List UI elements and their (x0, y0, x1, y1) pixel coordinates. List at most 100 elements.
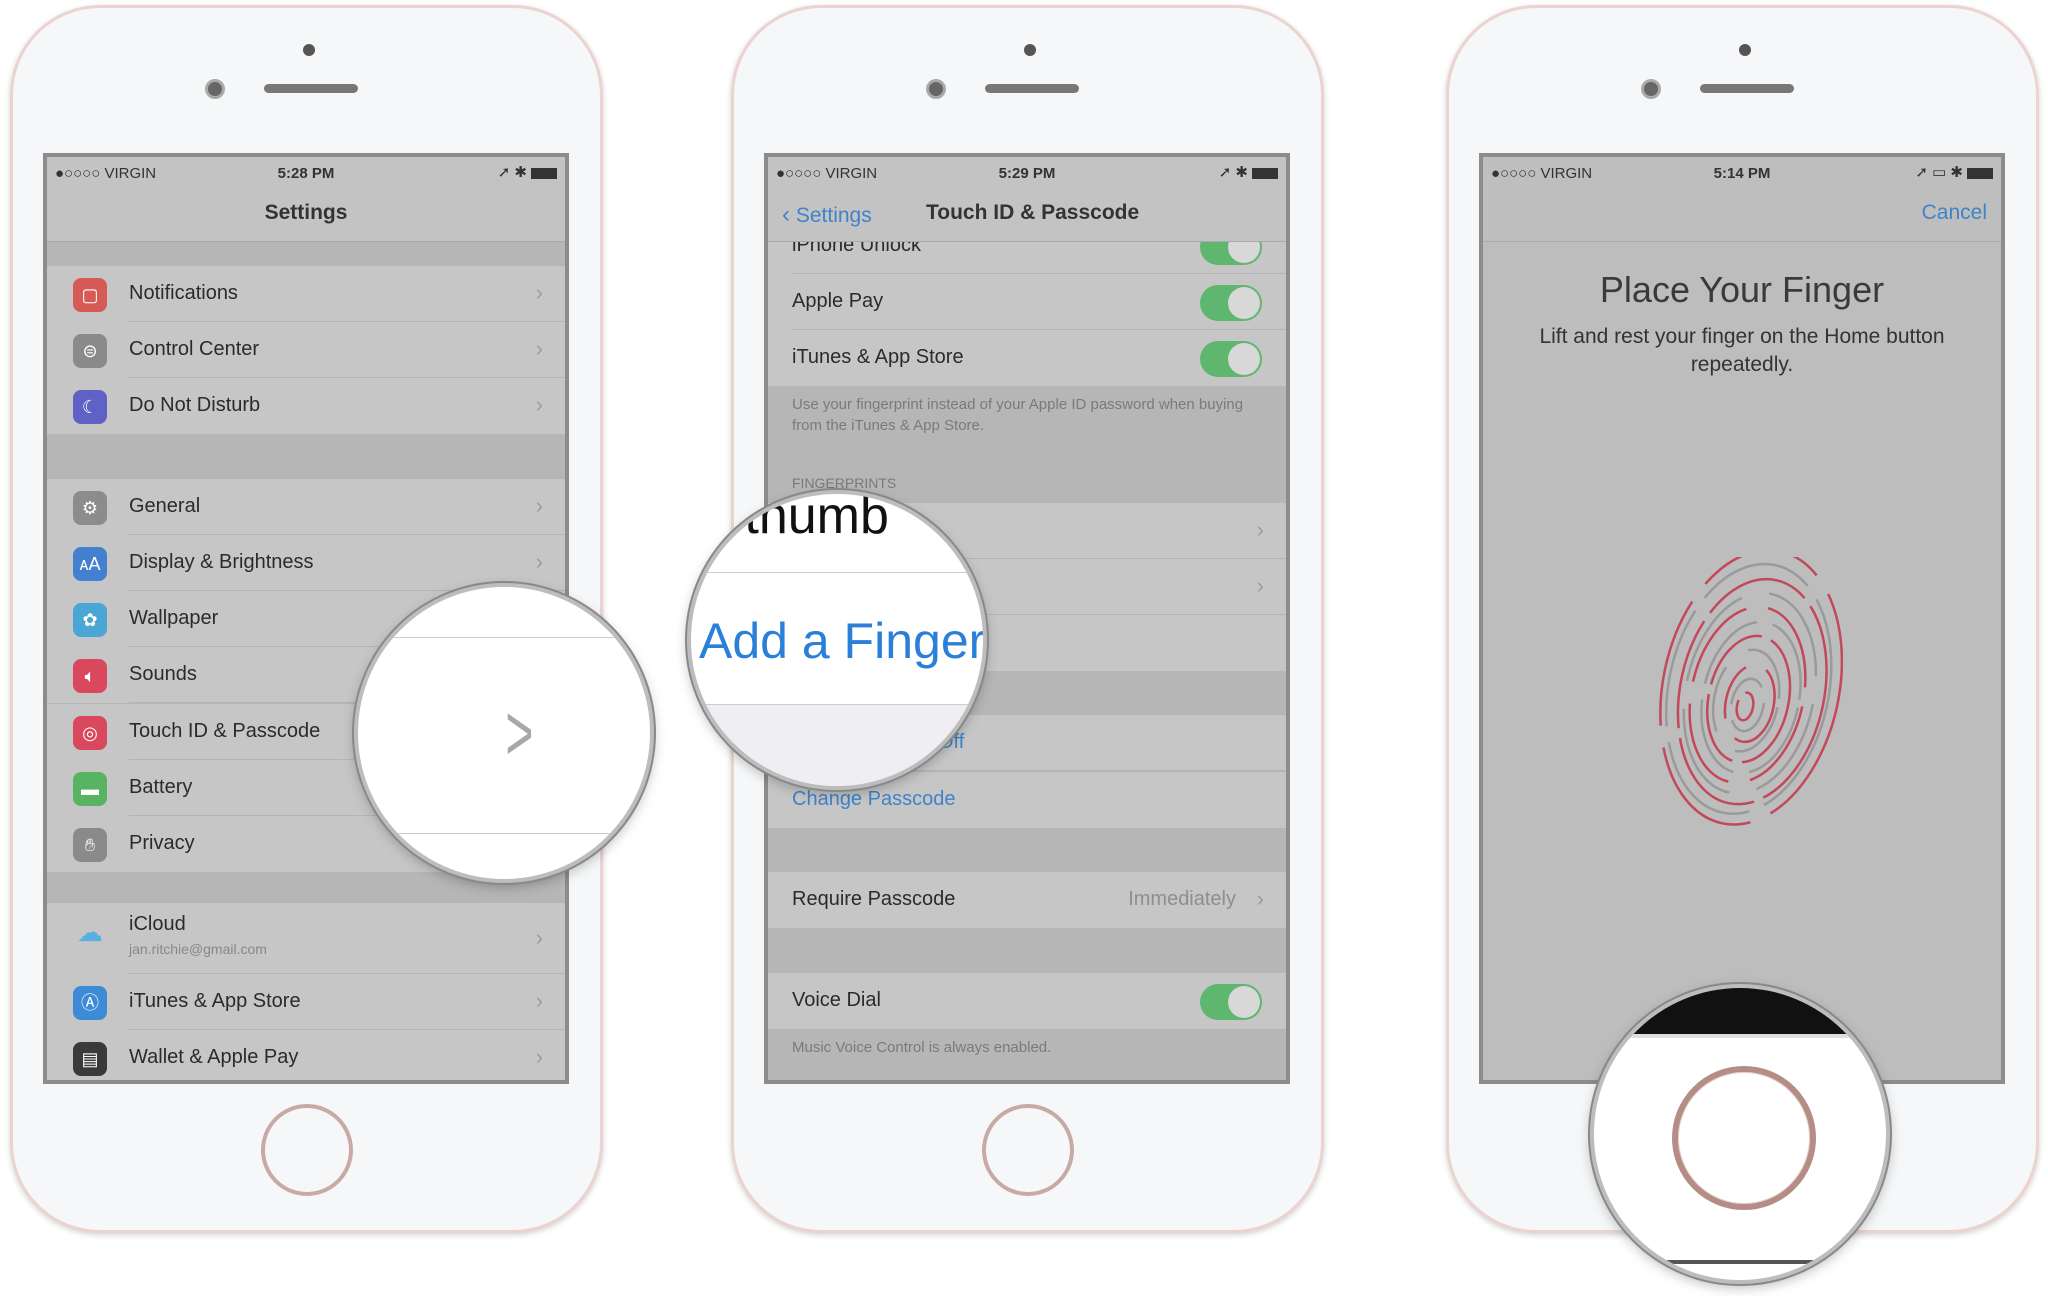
app-store-icon: Ⓐ (73, 986, 107, 1020)
magnifier-home-button (1590, 984, 1890, 1284)
sensor-dot (1739, 44, 1751, 56)
front-camera (205, 79, 225, 99)
toggle-apple-pay-label: Apple Pay (792, 290, 884, 312)
sensor-dot (1024, 44, 1036, 56)
magnifier-add-finger: n thumb Add a Finger (687, 490, 987, 790)
toggle-apple-pay[interactable]: Apple Pay (768, 274, 1286, 330)
status-bar: ●○○○○ VIRGIN 5:14 PM ➚ ▭ ✱ (1483, 157, 2001, 189)
chevron-right-icon: › (535, 988, 543, 1013)
cancel-button[interactable]: Cancel (1922, 201, 1987, 225)
status-bar: ●○○○○ VIRGIN 5:29 PM ➚ ✱ (768, 157, 1286, 189)
settings-row-do-not-disturb[interactable]: ☾ Do Not Disturb › (47, 378, 565, 434)
settings-row-control-center[interactable]: ⊜ Control Center › (47, 322, 565, 378)
settings-row-general[interactable]: ⚙ General › (47, 479, 565, 535)
row-label: Wallpaper (129, 607, 219, 629)
home-button[interactable] (261, 1104, 353, 1196)
toggle-voice-dial[interactable]: Voice Dial (768, 973, 1286, 1029)
nav-bar: ●○○○○ VIRGIN 5:28 PM ➚ ✱ Settings (47, 157, 565, 242)
fingerprint-ridge (1723, 663, 1776, 744)
home-button[interactable] (982, 1104, 1074, 1196)
settings-row-notifications[interactable]: ▢ Notifications › (47, 266, 565, 322)
control-center-icon: ⊜ (73, 334, 107, 368)
home-button-ring[interactable] (1672, 1066, 1816, 1210)
toggle-switch[interactable] (1200, 341, 1262, 377)
battery-status-icon: ➚ ✱ (1219, 163, 1278, 181)
row-label: iCloud (129, 913, 186, 935)
page-title: Touch ID & Passcode (926, 201, 1140, 224)
page-title: Settings (264, 201, 348, 224)
battery-status-icon: ➚ ▭ ✱ (1915, 163, 1993, 181)
chevron-right-icon: › (535, 549, 543, 574)
chevron-right-icon: › (535, 1044, 543, 1069)
battery-status-icon: ➚ ✱ (498, 163, 557, 181)
fingerprint-icon (1659, 557, 1843, 826)
back-label: Settings (795, 204, 872, 227)
fingerprint-ridge (1700, 620, 1802, 775)
toggle-voice-dial-label: Voice Dial (792, 989, 881, 1011)
nav-bar: ●○○○○ VIRGIN 5:29 PM ➚ ✱ ‹ Settings Touc… (768, 157, 1286, 242)
magnifier-chevron: > (354, 583, 654, 883)
hand-icon: ✋︎ (73, 828, 107, 862)
earpiece-speaker (1700, 84, 1794, 93)
row-label: Display & Brightness (129, 551, 314, 573)
fingerprint-ridge (1711, 648, 1781, 753)
wallet-icon: ▤ (73, 1042, 107, 1076)
row-label: Control Center (129, 338, 260, 360)
display-icon: ᴀA (73, 547, 107, 581)
settings-row-itunes-app-store[interactable]: ⒶiTunes & App Store › (47, 974, 565, 1030)
chevron-right-icon: › (535, 336, 543, 361)
row-label: Wallet & Apple Pay (129, 1046, 299, 1068)
settings-row-display-brightness[interactable]: ᴀA Display & Brightness › (47, 535, 565, 591)
toggle-switch[interactable] (1200, 285, 1262, 321)
chevron-right-icon: › (535, 925, 543, 950)
row-label: Touch ID & Passcode (129, 720, 321, 742)
chevron-right-icon: › (535, 392, 543, 417)
toggle-switch[interactable] (1200, 984, 1262, 1020)
fingerprint-icon: ◎ (73, 716, 107, 750)
row-label: Battery (129, 776, 193, 798)
chevron-right-icon: › (535, 493, 543, 518)
fingerprints-header: FINGERPRINTS (792, 475, 897, 491)
battery-icon: ▬ (73, 772, 107, 806)
clock: 5:29 PM (998, 165, 1056, 182)
row-label: iTunes & App Store (129, 990, 301, 1012)
fingerprint-ridge (1729, 677, 1766, 733)
row-label: Do Not Disturb (129, 394, 261, 416)
earpiece-speaker (985, 84, 1079, 93)
toggle-itunes-app-store[interactable]: iTunes & App Store (768, 330, 1286, 386)
add-finger-button[interactable]: Add a Finger (699, 612, 983, 670)
sensor-dot (303, 44, 315, 56)
status-bar: ●○○○○ VIRGIN 5:28 PM ➚ ✱ (47, 157, 565, 189)
notifications-icon: ▢ (73, 278, 107, 312)
clock: 5:28 PM (277, 165, 335, 182)
back-button[interactable]: ‹ Settings (782, 201, 872, 229)
chevron-right-icon[interactable]: > (505, 687, 533, 779)
front-camera (1641, 79, 1661, 99)
enroll-title: Place Your Finger (1599, 269, 1885, 310)
settings-row-icloud[interactable]: ☁ iCloud jan.ritchie@gmail.com › (47, 903, 565, 974)
nav-bar: ●○○○○ VIRGIN 5:14 PM ➚ ▭ ✱ Cancel (1483, 157, 2001, 242)
row-label: Privacy (129, 832, 195, 854)
sounds-icon: 🔈︎ (73, 659, 107, 693)
settings-row-wallet-apple-pay[interactable]: ▤ Wallet & Apple Pay › (47, 1030, 565, 1080)
voice-dial-footer: Music Voice Control is always enabled. (792, 1039, 1052, 1056)
toggles-footer: Use your fingerprint instead of your App… (792, 396, 1244, 434)
icloud-icon: ☁ (73, 915, 107, 949)
toggle-itunes-app-store-label: iTunes & App Store (792, 346, 964, 368)
icloud-account-email: jan.ritchie@gmail.com (129, 941, 267, 957)
chevron-left-icon: ‹ (782, 201, 790, 228)
moon-icon: ☾ (73, 390, 107, 424)
row-value: Immediately (1128, 888, 1236, 910)
row-label: Notifications (129, 282, 238, 304)
chevron-right-icon: › (1256, 517, 1264, 542)
change-passcode-button-label: Change Passcode (792, 788, 956, 810)
row-label: Sounds (129, 663, 197, 685)
screen: ●○○○○ VIRGIN 5:14 PM ➚ ▭ ✱ Cancel Place … (1479, 153, 2005, 1084)
gear-icon: ⚙ (73, 491, 107, 525)
wallpaper-icon: ✿ (73, 603, 107, 637)
chevron-right-icon: › (1256, 886, 1264, 911)
require-passcode-row[interactable]: Require Passcode › Immediately (768, 872, 1286, 928)
require-passcode-row-label: Require Passcode (792, 888, 956, 910)
chevron-right-icon: › (1256, 573, 1264, 598)
earpiece-speaker (264, 84, 358, 93)
